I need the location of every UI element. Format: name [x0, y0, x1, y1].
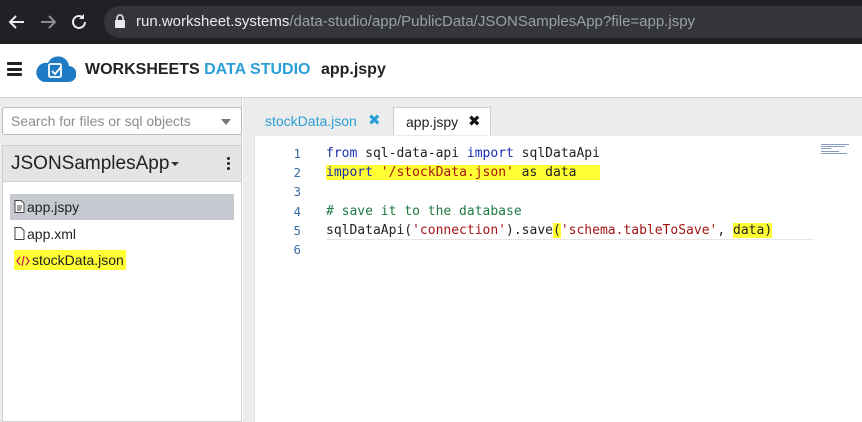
string-literal: 'connection'	[412, 222, 507, 238]
cloud-logo-icon	[34, 54, 77, 89]
address-bar[interactable]: run.worksheet.systems/data-studio/app/Pu…	[104, 6, 862, 38]
search-input[interactable]	[11, 112, 211, 130]
caret-down-icon	[171, 161, 180, 166]
file-icon	[14, 222, 25, 248]
browser-toolbar: run.worksheet.systems/data-studio/app/Pu…	[0, 0, 862, 44]
search-box[interactable]	[2, 107, 242, 135]
close-icon[interactable]: ✖	[468, 108, 481, 136]
forward-arrow-icon[interactable]	[36, 10, 60, 34]
comment: # save it to the database	[326, 203, 522, 219]
code-editor[interactable]: 1 2 3 4 5 6 from sql-data-api import sql…	[254, 136, 862, 422]
line-number: 3	[293, 184, 301, 200]
file-name: app.xml	[27, 226, 77, 242]
file-item-app-jspy[interactable]: app.jspy	[10, 194, 234, 220]
reload-icon[interactable]	[67, 10, 91, 34]
punctuation: )	[764, 222, 773, 238]
punctuation: ,	[717, 222, 734, 238]
keyword: import	[466, 146, 514, 161]
brand-data-studio: DATA STUDIO	[204, 61, 311, 78]
line-number: 1	[293, 146, 301, 161]
url-path: /data-studio/app/PublicData/JSONSamplesA…	[289, 13, 696, 30]
code-icon	[16, 248, 30, 274]
code-line-2: import '/stockData.json' as data	[326, 163, 846, 182]
file-item-stockdata-json[interactable]: stockData.json	[10, 247, 234, 273]
identifier: ).save	[506, 222, 553, 238]
close-icon[interactable]: ✖	[368, 107, 381, 135]
highlight-marker: stockData.json	[14, 250, 126, 270]
file-text-icon	[14, 195, 25, 221]
line-number: 4	[293, 203, 301, 219]
app-brand: WORKSHEETS DATA STUDIO app.jspy	[85, 61, 386, 79]
line-number-gutter: 1 2 3 4 5 6	[255, 144, 305, 259]
line-number: 6	[293, 241, 301, 257]
code-line-4: # save it to the database	[326, 202, 846, 221]
identifier: data	[733, 222, 765, 238]
file-item-app-xml[interactable]: app.xml	[10, 221, 234, 247]
highlight-marker: import '/stockData.json' as data	[326, 165, 601, 181]
code-line-5: sqlDataApi('connection').save('schema.ta…	[326, 221, 846, 240]
url-text: run.worksheet.systems/data-studio/app/Pu…	[136, 13, 695, 31]
line-number: 2	[293, 165, 301, 181]
module-name: sql-data-api	[357, 146, 467, 161]
string-literal: '/stockData.json'	[380, 165, 514, 181]
file-list: app.jspy app.xml stockData.json	[2, 181, 242, 422]
project-header: JSONSamplesApp	[2, 145, 242, 181]
app-header: WORKSHEETS DATA STUDIO app.jspy	[0, 44, 862, 98]
sidebar: JSONSamplesApp app.jspy app.xml stockDat…	[0, 98, 242, 422]
lock-icon	[114, 14, 126, 34]
string-literal: 'schema.tableToSave'	[560, 222, 718, 238]
line-number: 5	[293, 222, 301, 238]
tab-app-jspy[interactable]: app.jspy ✖	[393, 107, 491, 135]
code-lines: from sql-data-api import sqlDataApi impo…	[326, 144, 846, 259]
keyword: from	[326, 146, 358, 161]
identifier: sqlDataApi(	[326, 222, 413, 238]
chevron-down-icon[interactable]	[221, 119, 231, 125]
project-selector[interactable]: JSONSamplesApp	[11, 153, 180, 175]
more-options-icon[interactable]	[227, 157, 231, 172]
project-name: JSONSamplesApp	[11, 153, 170, 174]
menu-icon[interactable]	[7, 62, 22, 76]
brand-worksheets: WORKSHEETS	[85, 61, 200, 78]
keyword-as: as	[513, 165, 546, 181]
back-arrow-icon[interactable]	[5, 10, 29, 34]
code-line-1: from sql-data-api import sqlDataApi	[326, 144, 846, 163]
url-host: run.worksheet.systems	[136, 13, 290, 30]
identifier: data	[545, 165, 577, 181]
file-name: stockData.json	[32, 252, 124, 268]
tab-label: stockData.json	[265, 113, 357, 129]
page-title: app.jspy	[320, 61, 386, 78]
keyword: import	[326, 165, 373, 181]
identifier: sqlDataApi	[513, 146, 600, 161]
tab-label: app.jspy	[406, 114, 459, 130]
highlight-marker: data)	[733, 222, 773, 238]
tab-stockdata-json[interactable]: stockData.json ✖	[253, 107, 386, 135]
file-name: app.jspy	[27, 199, 80, 215]
minimap[interactable]	[821, 144, 851, 158]
highlight-marker: (	[552, 222, 561, 238]
